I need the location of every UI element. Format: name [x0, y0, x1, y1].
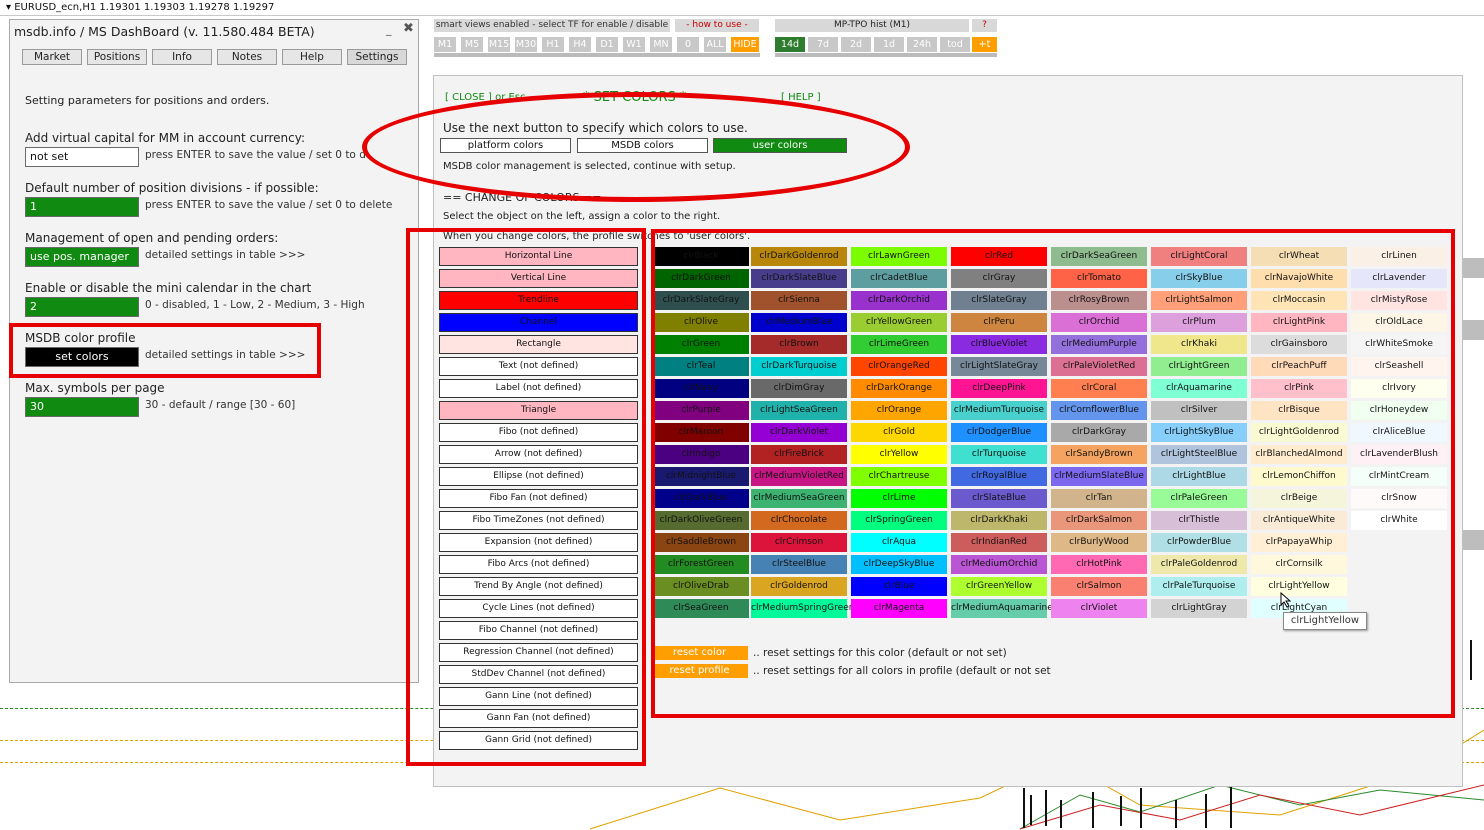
setting-hint: detailed settings in table >>> — [145, 249, 306, 261]
max-symbols-input[interactable]: 30 — [25, 397, 139, 417]
tpo-range-1d[interactable]: 1d — [874, 37, 904, 52]
tf-button-all[interactable]: ALL — [704, 37, 726, 52]
tf-button-0[interactable]: 0 — [677, 37, 699, 52]
tpo-range-plus-t[interactable]: +t — [972, 37, 997, 52]
how-to-use-link[interactable]: - how to use - — [675, 19, 759, 32]
setting-label-max-symbols: Max. symbols per page — [25, 381, 165, 395]
tab-notes[interactable]: Notes — [217, 49, 277, 65]
close-icon[interactable]: ✖ — [403, 21, 414, 36]
select-hint: Select the object on the left, assign a … — [443, 211, 721, 222]
annotation-ellipse — [362, 92, 910, 202]
setting-label-mini-calendar: Enable or disable the mini calendar in t… — [25, 281, 312, 295]
tpo-help-button[interactable]: ? — [972, 19, 997, 32]
setting-hint: press ENTER to save the value / set 0 to… — [145, 199, 393, 211]
candle — [1023, 788, 1025, 828]
tab-info[interactable]: Info — [152, 49, 212, 65]
symbol-info: EURUSD_ecn,H1 1.19301 1.19303 1.19278 1.… — [14, 2, 275, 13]
candle — [1120, 796, 1122, 826]
candle — [1230, 786, 1232, 828]
chart-price-band — [1463, 530, 1484, 550]
minimize-icon[interactable]: _ — [386, 23, 392, 36]
tf-button-m30[interactable]: M30 — [515, 37, 537, 52]
position-divisions-input[interactable]: 1 — [25, 197, 139, 217]
setting-label-virtual-capital: Add virtual capital for MM in account cu… — [25, 131, 306, 145]
candle — [1092, 792, 1094, 828]
annotation-box — [651, 229, 1455, 718]
pos-manager-button[interactable]: use pos. manager — [25, 247, 139, 267]
tpo-title: MP-TPO hist (M1) — [775, 19, 969, 32]
tab-help[interactable]: Help — [282, 49, 342, 65]
candle — [1045, 790, 1047, 826]
tf-button-m5[interactable]: M5 — [461, 37, 483, 52]
annotation-box — [406, 228, 646, 766]
candle — [1175, 800, 1177, 828]
candle — [1470, 640, 1472, 680]
mini-calendar-input[interactable]: 2 — [25, 297, 139, 317]
smart-views-label: smart views enabled - select TF for enab… — [434, 19, 670, 32]
dashboard-title: msdb.info / MS DashBoard (v. 11.580.484 … — [14, 24, 315, 39]
tf-button-h1[interactable]: H1 — [542, 37, 564, 52]
tf-button-m15[interactable]: M15 — [488, 37, 510, 52]
candle — [1140, 788, 1142, 828]
setting-hint: 30 - default / range [30 - 60] — [145, 399, 296, 411]
tf-underline — [434, 53, 760, 57]
tf-button-h4[interactable]: H4 — [569, 37, 591, 52]
tab-positions[interactable]: Positions — [87, 49, 147, 65]
chart-price-band — [1463, 320, 1484, 340]
candle — [1205, 794, 1207, 828]
annotation-box — [9, 323, 321, 378]
tpo-underline — [775, 53, 997, 57]
dropdown-triangle-icon: ▾ — [6, 2, 15, 13]
candle — [1060, 800, 1062, 828]
setting-label-order-management: Management of open and pending orders: — [25, 231, 279, 245]
chart-title-bar: ▾ EURUSD_ecn,H1 1.19301 1.19303 1.19278 … — [0, 0, 1484, 16]
tf-button-d1[interactable]: D1 — [596, 37, 618, 52]
setting-hint: 0 - disabled, 1 - Low, 2 - Medium, 3 - H… — [145, 299, 365, 311]
setting-hint: press ENTER to save the value / set 0 to… — [145, 149, 367, 161]
tf-button-mn[interactable]: MN — [650, 37, 672, 52]
tf-button-hide[interactable]: HIDE — [731, 37, 759, 52]
virtual-capital-input[interactable]: not set — [25, 147, 139, 167]
tf-button-m1[interactable]: M1 — [434, 37, 456, 52]
tab-market[interactable]: Market — [22, 49, 82, 65]
tpo-range-24h[interactable]: 24h — [907, 37, 937, 52]
setting-label-position-divisions: Default number of position divisions - i… — [25, 181, 319, 195]
chart-price-band — [1463, 258, 1484, 278]
tpo-range-7d[interactable]: 7d — [808, 37, 838, 52]
tpo-range-14d[interactable]: 14d — [775, 37, 805, 52]
tf-button-w1[interactable]: W1 — [623, 37, 645, 52]
settings-intro: Setting parameters for positions and ord… — [25, 94, 270, 107]
tab-settings[interactable]: Settings — [347, 49, 407, 65]
tpo-range-2d[interactable]: 2d — [841, 37, 871, 52]
candle — [1030, 795, 1032, 825]
tpo-range-tod[interactable]: tod — [940, 37, 970, 52]
